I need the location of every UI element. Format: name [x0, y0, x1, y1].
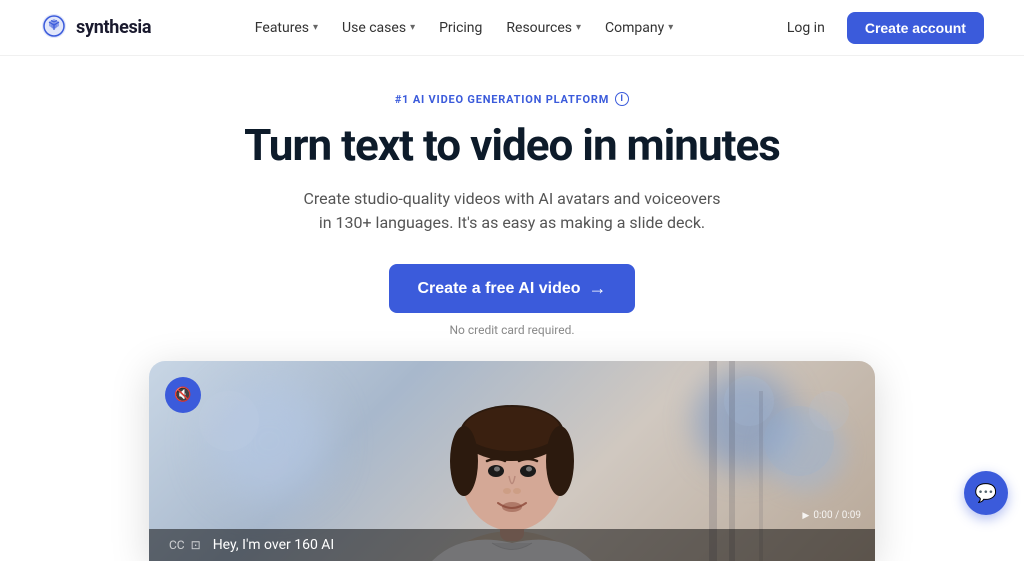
mute-button[interactable]: 🔇	[165, 377, 201, 413]
create-account-button[interactable]: Create account	[847, 12, 984, 44]
login-button[interactable]: Log in	[777, 14, 835, 42]
nav-item-use-cases[interactable]: Use cases ▾	[332, 14, 425, 42]
chat-icon: 💬	[975, 483, 997, 504]
play-icon: ▶	[802, 511, 809, 521]
nav-item-resources[interactable]: Resources ▾	[496, 14, 591, 42]
nav-item-features[interactable]: Features ▾	[245, 14, 328, 42]
subtitle-text: Hey, I'm over 160 AI	[213, 537, 335, 553]
hero-title: Turn text to video in minutes	[244, 120, 780, 171]
hero-badge: #1 AI VIDEO GENERATION PLATFORM i	[395, 92, 629, 106]
nav-item-pricing[interactable]: Pricing	[429, 14, 492, 42]
subtitle-icons: CC ⊡	[169, 538, 201, 552]
chevron-down-icon: ▾	[410, 22, 415, 33]
chevron-down-icon: ▾	[668, 22, 673, 33]
chevron-down-icon: ▾	[313, 22, 318, 33]
logo[interactable]: synthesia	[40, 12, 151, 44]
logo-icon	[40, 12, 68, 44]
mute-icon: 🔇	[174, 387, 191, 403]
nav-links: Features ▾ Use cases ▾ Pricing Resources…	[245, 14, 683, 42]
logo-text: synthesia	[76, 17, 151, 38]
hero-section: #1 AI VIDEO GENERATION PLATFORM i Turn t…	[0, 56, 1024, 361]
cta-button[interactable]: Create a free AI video →	[389, 264, 634, 313]
cc-icon: CC	[169, 538, 185, 552]
info-icon: i	[615, 92, 629, 106]
nav-actions: Log in Create account	[777, 12, 984, 44]
subtitle-bar: CC ⊡ Hey, I'm over 160 AI	[149, 529, 875, 561]
subtitle-control-icon: ⊡	[191, 538, 201, 552]
navigation: synthesia Features ▾ Use cases ▾ Pricing…	[0, 0, 1024, 56]
nav-item-company[interactable]: Company ▾	[595, 14, 683, 42]
no-credit-card-text: No credit card required.	[450, 323, 575, 337]
hero-subtitle: Create studio-quality videos with AI ava…	[302, 187, 722, 237]
video-timer: ▶ 0:00 / 0:09	[802, 510, 861, 521]
chat-bubble-button[interactable]: 💬	[964, 471, 1008, 515]
arrow-icon: →	[589, 278, 607, 299]
chevron-down-icon: ▾	[576, 22, 581, 33]
video-preview[interactable]: 🔇 ▶ 0:00 / 0:09 CC ⊡ Hey, I'm over 160 A…	[149, 361, 875, 561]
